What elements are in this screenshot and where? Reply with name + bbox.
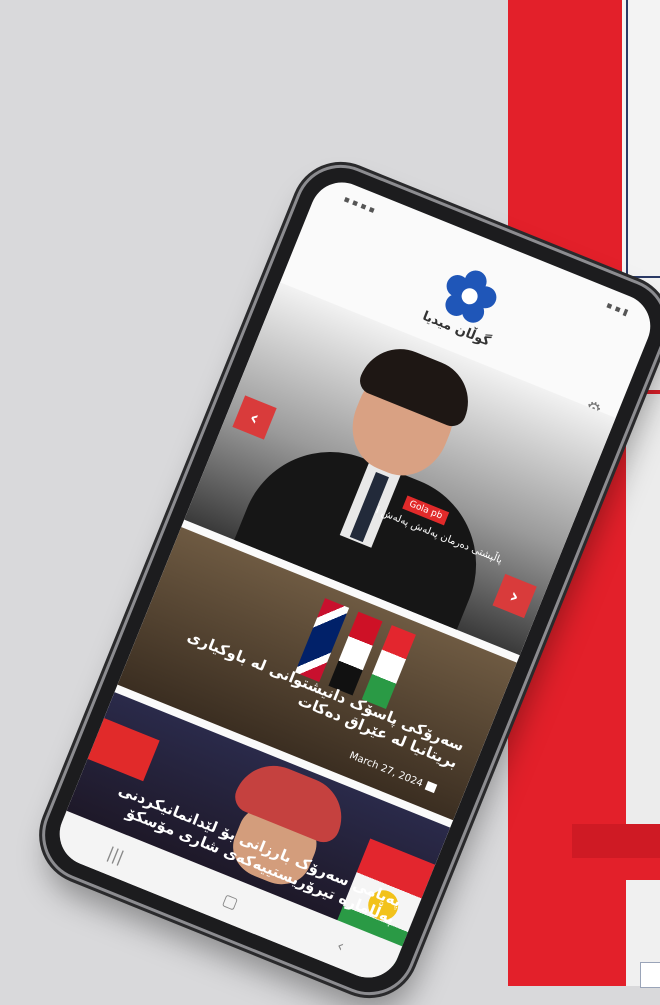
background-frame [626, 0, 660, 278]
background-red-bar [572, 824, 660, 858]
chevron-left-icon: ‹ [246, 404, 263, 431]
slider-next-button[interactable]: › [492, 573, 537, 619]
calendar-icon [424, 780, 438, 794]
back-icon[interactable]: ‹ [334, 935, 347, 955]
slider-prev-button[interactable]: ‹ [232, 395, 277, 440]
background-panel-middle [626, 394, 660, 824]
square-icon[interactable]: ▢ [220, 889, 241, 912]
bars-icon[interactable]: ||| [105, 843, 127, 867]
background-corner-box [640, 962, 660, 988]
chevron-right-icon: › [506, 583, 523, 609]
red-flag-image [87, 718, 160, 782]
